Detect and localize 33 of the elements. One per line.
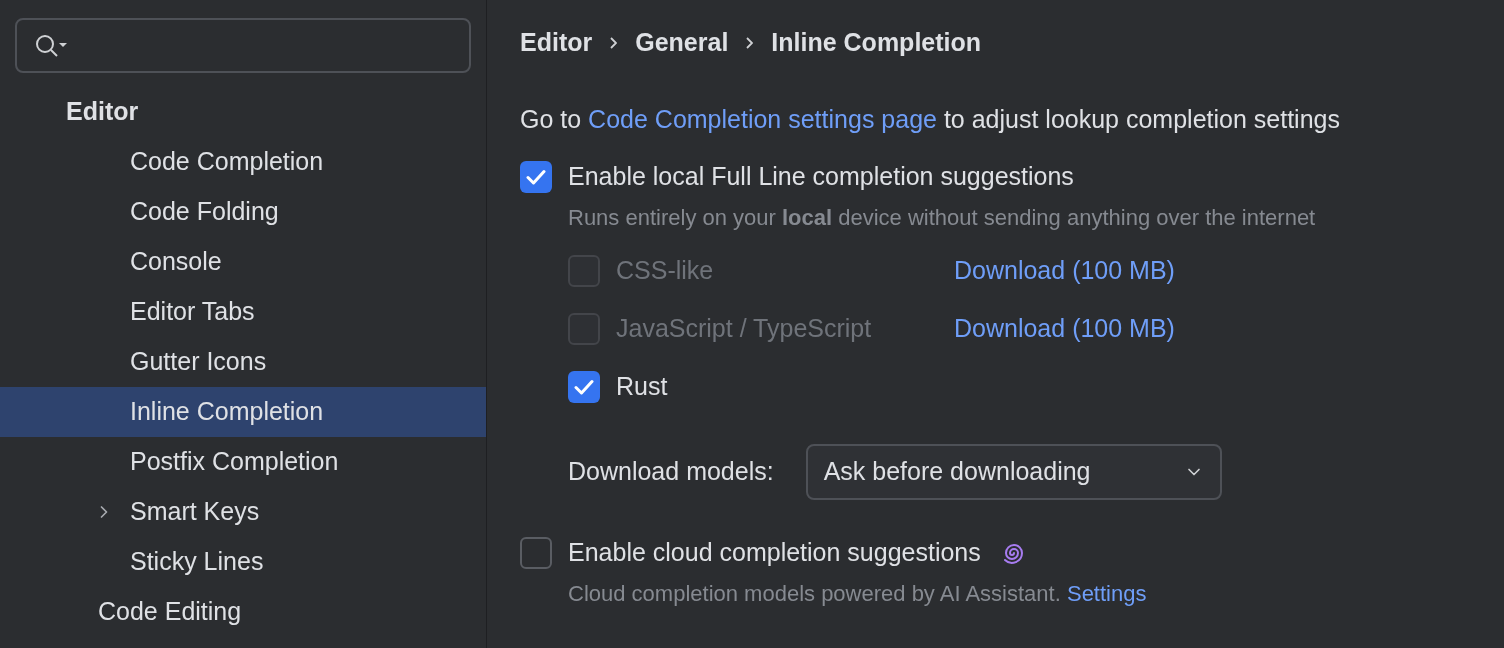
breadcrumb-item[interactable]: Inline Completion: [771, 24, 982, 62]
settings-link[interactable]: Code Completion settings page: [588, 101, 937, 139]
description-text: Runs entirely on your local device without sending anything over the internet: [568, 203, 1317, 232]
tree-item[interactable]: Code Completion: [0, 137, 486, 187]
checkbox[interactable]: [568, 371, 600, 403]
field-label: Download models:: [568, 456, 774, 488]
download-models-dropdown[interactable]: Ask before downloading: [805, 444, 1222, 500]
tree-item[interactable]: Console: [0, 237, 486, 287]
search-icon: [35, 33, 67, 58]
search-field[interactable]: [15, 18, 471, 73]
breadcrumb-item[interactable]: Editor: [520, 24, 593, 62]
breadcrumb-item[interactable]: General: [635, 24, 729, 62]
tree-item[interactable]: Gutter Icons: [0, 337, 486, 387]
chevron-icon: [610, 37, 618, 49]
tree-item[interactable]: Editor: [0, 87, 486, 137]
checkbox-label[interactable]: Enable local Full Line completion suggestions: [568, 158, 1074, 196]
checkbox[interactable]: [520, 161, 552, 193]
checkbox-label[interactable]: Rust: [616, 368, 954, 406]
tree-item[interactable]: Code Editing: [0, 587, 486, 637]
checkmark-icon: [574, 379, 594, 395]
checkmark-icon: [526, 169, 546, 185]
checkbox-label[interactable]: Enable cloud completion suggestions: [568, 534, 981, 572]
tree-item[interactable]: Editor Tabs: [0, 287, 486, 337]
tree-item[interactable]: Smart Keys: [0, 487, 486, 537]
tree-item[interactable]: Postfix Completion: [0, 437, 486, 487]
hint-text: Go to Code Completion settings page to adjust lookup completion settings: [520, 100, 1504, 140]
checkbox[interactable]: [520, 537, 552, 569]
tree-item[interactable]: Inline Completion: [0, 387, 486, 437]
chevron-icon: [746, 37, 754, 49]
tree-item[interactable]: Sticky Lines: [0, 537, 486, 587]
tree-item[interactable]: Code Folding: [0, 187, 486, 237]
description-text: Cloud completion models powered by AI Assistant. Settings: [568, 576, 1504, 610]
settings-link[interactable]: Settings: [1066, 576, 1147, 610]
